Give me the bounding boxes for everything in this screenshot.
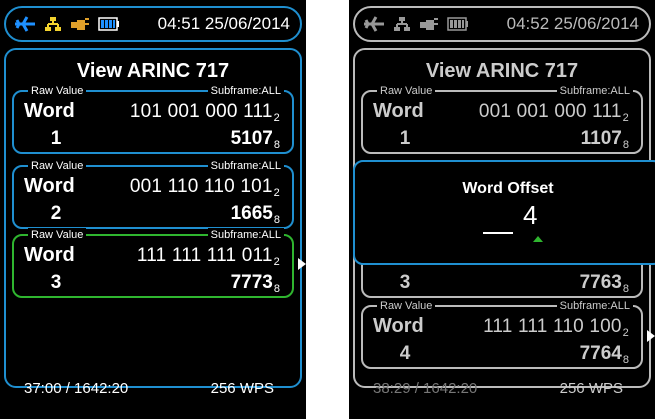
network-icon (394, 17, 410, 31)
subframe-label: Subframe:ALL (207, 159, 284, 173)
word-rate: 256 WPS (559, 380, 623, 397)
plane-icon (364, 16, 384, 32)
raw-value-label: Raw Value (28, 159, 87, 173)
word-number: 3 (399, 272, 411, 293)
word-label: Word (24, 244, 75, 266)
status-time: 04:51 25/06/2014 (157, 14, 290, 33)
word-number: 4 (399, 343, 411, 364)
octal-value: 16658 (230, 203, 280, 226)
word-box-selected[interactable]: Raw Value Subframe:ALL Word 3 111 111 11… (12, 228, 294, 298)
binary-value: 001 001 000 1112 (478, 101, 629, 124)
octal-value: 51078 (230, 128, 280, 151)
word-offset-value[interactable]: 4 (523, 200, 537, 231)
input-underline (483, 232, 513, 234)
subframe-label: Subframe:ALL (207, 84, 284, 98)
raw-value-label: Raw Value (28, 84, 87, 98)
raw-value-label: Raw Value (377, 84, 436, 98)
device-screen-left: 04:51 25/06/2014 View ARINC 717 Raw Valu… (0, 0, 306, 419)
word-label: Word (373, 315, 424, 337)
status-bar: 04:51 25/06/2014 (4, 6, 302, 42)
scroll-right-arrow-icon[interactable] (647, 330, 655, 342)
raw-value-label: Raw Value (377, 299, 436, 313)
dialog-title: Word Offset (462, 180, 554, 197)
word-rate: 256 WPS (210, 380, 274, 397)
scroll-right-arrow-icon[interactable] (298, 258, 306, 270)
word-number: 1 (50, 128, 62, 149)
binary-value: 001 110 110 1012 (129, 176, 280, 199)
octal-value: 77638 (579, 272, 629, 295)
device-screen-right: 04:52 25/06/2014 View ARINC 717 Raw Valu… (349, 0, 655, 419)
word-number: 3 (50, 272, 62, 293)
octal-value: 11078 (580, 128, 629, 151)
power-plug-icon (71, 18, 89, 30)
word-offset-dialog[interactable]: Word Offset 4 (353, 160, 655, 265)
octal-value: 77648 (579, 343, 629, 366)
battery-icon (98, 17, 119, 31)
octal-value: 77738 (230, 272, 280, 295)
binary-value: 111 111 110 1002 (483, 316, 629, 339)
network-icon (45, 17, 61, 31)
word-number: 1 (399, 128, 411, 149)
power-plug-icon (420, 18, 438, 30)
plane-icon (15, 16, 35, 32)
word-box[interactable]: Raw Value Subframe:ALL Word 1 101 001 00… (12, 84, 294, 154)
page-title: View ARINC 717 (425, 60, 579, 82)
subframe-label: Subframe:ALL (556, 84, 633, 98)
subframe-label: Subframe:ALL (556, 299, 633, 313)
up-caret-icon[interactable] (533, 236, 543, 242)
word-box[interactable]: Raw Value Subframe:ALL Word 2 001 110 11… (12, 159, 294, 229)
status-bar: 04:52 25/06/2014 (353, 6, 651, 42)
word-box[interactable]: Raw Value Subframe:ALL Word 4 111 111 11… (361, 299, 643, 369)
playback-time: 38:29 / 1642:20 (373, 380, 478, 397)
battery-icon (447, 17, 468, 31)
binary-value: 101 001 000 1112 (129, 101, 280, 124)
word-label: Word (373, 100, 424, 122)
raw-value-label: Raw Value (28, 228, 87, 242)
status-time: 04:52 25/06/2014 (506, 14, 639, 33)
subframe-label: Subframe:ALL (207, 228, 284, 242)
binary-value: 111 111 111 0112 (136, 245, 280, 268)
word-box[interactable]: Raw Value Subframe:ALL Word 1 001 001 00… (361, 84, 643, 154)
word-label: Word (24, 100, 75, 122)
page-title: View ARINC 717 (76, 60, 230, 82)
word-number: 2 (50, 203, 62, 224)
word-label: Word (24, 175, 75, 197)
playback-time: 37:00 / 1642:20 (24, 380, 129, 397)
